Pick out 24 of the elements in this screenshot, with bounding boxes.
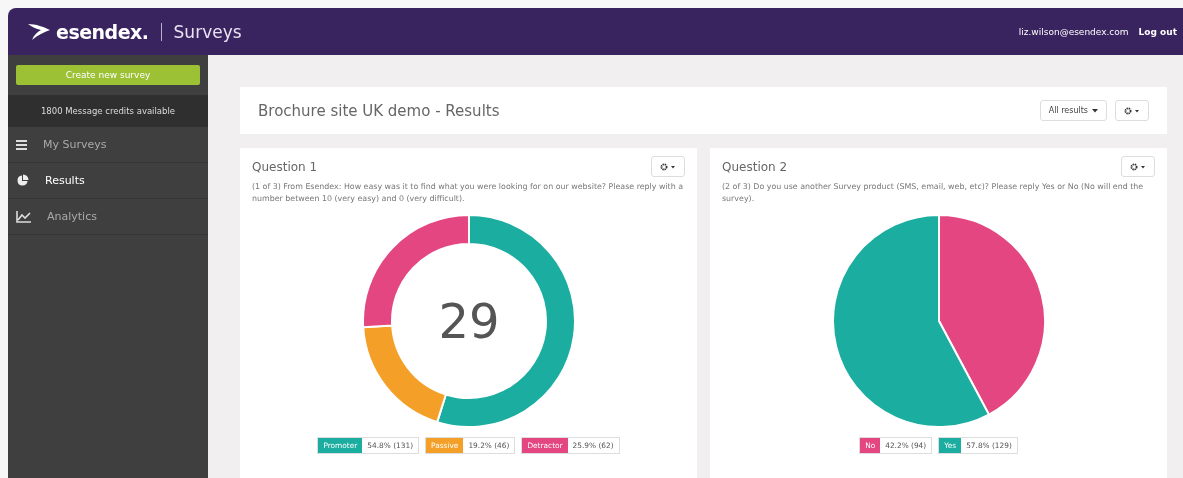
score-value: 29 — [437, 293, 500, 349]
gear-icon — [660, 162, 676, 171]
user-email: liz.wilson@esendex.com — [1018, 26, 1129, 37]
pie-chart-icon — [16, 174, 29, 187]
question-title: Question 2 — [722, 159, 788, 174]
gear-icon — [1130, 162, 1146, 171]
logo-icon — [28, 22, 50, 41]
settings-button[interactable] — [651, 156, 685, 177]
settings-button[interactable] — [1115, 100, 1149, 121]
sidebar-item[interactable]: Results — [8, 163, 208, 199]
settings-button[interactable] — [1121, 156, 1155, 177]
filter-dropdown[interactable]: All results — [1039, 100, 1107, 121]
gear-icon — [1124, 106, 1140, 115]
logout-link[interactable]: Log out — [1138, 26, 1177, 37]
credits-banner: 1800 Message credits available — [8, 95, 208, 127]
line-chart-icon — [16, 210, 31, 223]
page-title: Brochure site UK demo - Results — [258, 101, 500, 120]
sidebar-item[interactable]: My Surveys — [8, 127, 208, 163]
product-name: Surveys — [173, 21, 242, 42]
question-title: Question 1 — [252, 159, 318, 174]
sidebar-item[interactable]: Analytics — [8, 199, 208, 235]
menu-icon — [16, 139, 27, 150]
caret-icon — [1092, 108, 1098, 113]
brand-name: esendex. — [56, 20, 149, 43]
